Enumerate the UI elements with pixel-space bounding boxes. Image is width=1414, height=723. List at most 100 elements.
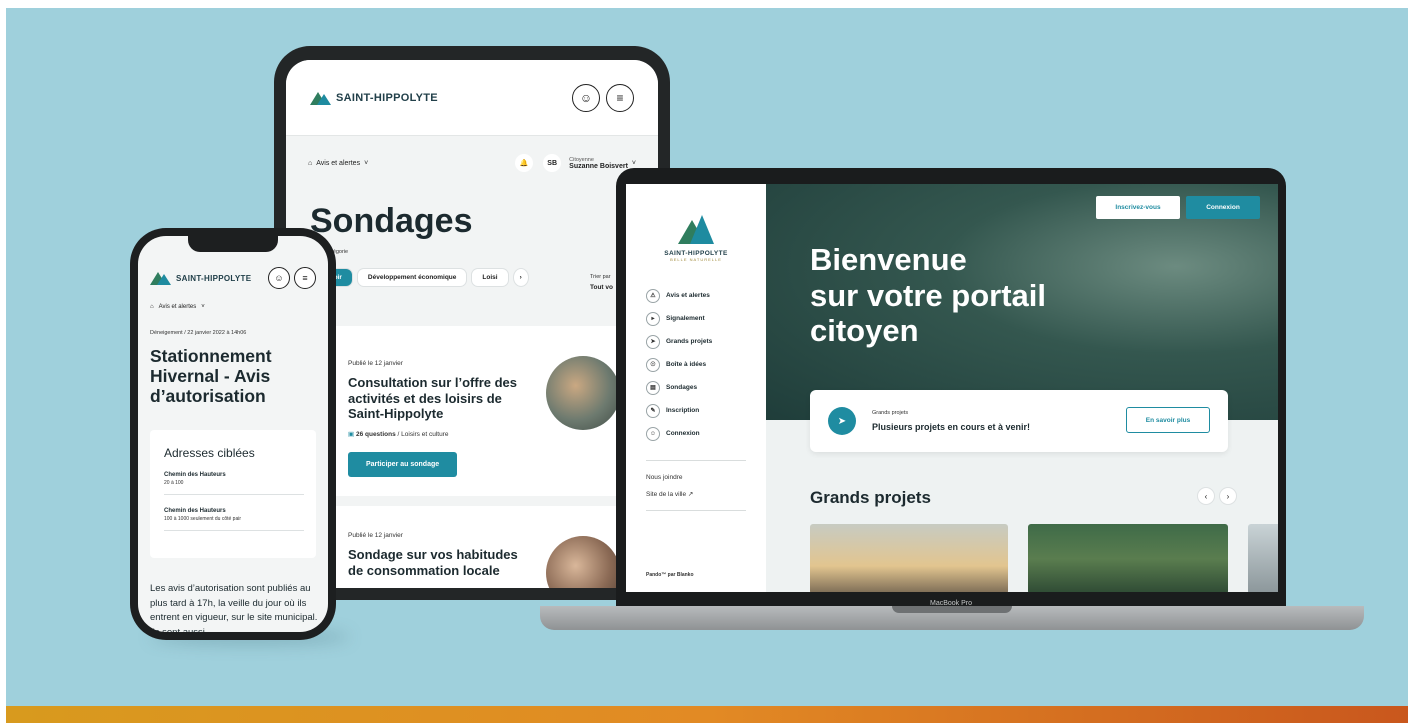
home-icon[interactable]: ⌂ xyxy=(150,304,154,310)
city-site-label: Site de la ville xyxy=(646,491,687,498)
sidebar-item-label: Avis et alertes xyxy=(666,292,710,299)
wind-turbines-photo[interactable] xyxy=(810,524,1008,592)
user-avatar[interactable]: SB xyxy=(543,154,562,172)
sidebar-item-label: Signalement xyxy=(666,315,705,322)
sidebar-item-grands-projets[interactable]: ➤ Grands projets xyxy=(646,330,756,353)
hero-banner: Bienvenue sur votre portail citoyen Insc… xyxy=(766,184,1278,420)
sidebar-item-label: Boîte à idées xyxy=(666,361,707,368)
projects-info-card: ➤ Grands projets Plusieurs projets en co… xyxy=(810,390,1228,452)
breadcrumb[interactable]: Avis et alertes xyxy=(159,304,197,310)
phone-logo[interactable]: SAINT-HIPPOLYTE xyxy=(150,271,251,285)
survey-card[interactable]: Publié le 12 janvier Sondage sur vos hab… xyxy=(328,506,628,588)
info-label: Grands projets xyxy=(872,410,909,416)
account-button[interactable]: ☺ xyxy=(268,267,290,289)
hero-title: Bienvenue sur votre portail citoyen xyxy=(810,242,1046,349)
login-button[interactable]: Connexion xyxy=(1186,196,1260,219)
user-icon: ☺ xyxy=(579,90,593,105)
edit-icon: ✎ xyxy=(646,403,660,418)
lightbulb-icon: ☉ xyxy=(646,357,660,372)
chevron-right-icon[interactable]: › xyxy=(1220,488,1236,504)
external-link-icon: ↗ xyxy=(687,491,694,498)
tablet-subbar: ⌂ Avis et alertes ˅ 🔔 SB Citoyenne Suzan… xyxy=(286,136,658,190)
sidebar-item-sondages[interactable]: ▤ Sondages xyxy=(646,376,756,399)
chevron-down-icon: ˅ xyxy=(364,159,369,167)
megaphone-icon: ▸ xyxy=(646,311,660,326)
sort-select[interactable]: Tout vo xyxy=(590,284,613,291)
phone-notch xyxy=(188,236,278,252)
question-count: 26 questions xyxy=(355,430,396,438)
filter-chip-economic[interactable]: Développement économique xyxy=(357,269,467,286)
sidebar-item-connexion[interactable]: ☺ Connexion xyxy=(646,422,756,445)
article-title: Stationnement Hivernal - Avis d’autorisa… xyxy=(150,346,272,407)
address-street: Chemin des Hauteurs xyxy=(164,508,226,514)
hamburger-icon: ≡ xyxy=(302,273,308,283)
sidebar-item-label: Connexion xyxy=(666,430,700,437)
tablet-logo[interactable]: SAINT-HIPPOLYTE xyxy=(310,91,438,105)
card-stats: ▣ 26 questions / Loisirs et culture xyxy=(348,430,628,438)
tablet-screen: SAINT-HIPPOLYTE ☺ ≡ ⌂ Avis et alertes ˅ … xyxy=(286,60,658,588)
plant-sprout-photo[interactable] xyxy=(1028,524,1228,592)
filter-chip-leisure[interactable]: Loisi xyxy=(472,269,508,286)
survey-card[interactable]: Publié le 12 janvier Consultation sur l’… xyxy=(328,326,628,496)
bottom-stripe xyxy=(6,706,1408,723)
rocket-icon: ➤ xyxy=(646,334,660,349)
hero-line: citoyen xyxy=(810,313,919,349)
sidebar: SAINT-HIPPOLYTE BELLE NATURELLE ⚠ Avis et… xyxy=(626,184,766,592)
sidebar-item-label: Sondages xyxy=(666,384,698,391)
phone-screen: SAINT-HIPPOLYTE ☺ ≡ ⌂ Avis et alertes ˅ … xyxy=(138,236,328,632)
breadcrumb[interactable]: Avis et alertes xyxy=(316,160,360,167)
signup-button[interactable]: Inscrivez-vous xyxy=(1096,196,1180,219)
sidebar-item-label: Grands projets xyxy=(666,338,713,345)
notification-bell-icon[interactable]: 🔔 xyxy=(515,154,534,172)
article-body: Les avis d’autorisation sont publiés au … xyxy=(150,583,318,632)
participate-button[interactable]: Participer au sondage xyxy=(348,451,458,477)
phone-device: SAINT-HIPPOLYTE ☺ ≡ ⌂ Avis et alertes ˅ … xyxy=(130,228,336,640)
hero-line: Bienvenue xyxy=(810,242,967,277)
chevron-left-icon[interactable]: ‹ xyxy=(1198,488,1214,504)
logo-text: SAINT-HIPPOLYTE xyxy=(336,91,438,104)
card-title[interactable]: Consultation sur l’offre des activités e… xyxy=(348,375,518,422)
filter-label: par catégorie xyxy=(316,249,349,255)
user-name: Suzanne Boisvert xyxy=(569,162,628,170)
menu-button[interactable]: ≡ xyxy=(606,83,634,112)
logo-text: SAINT-HIPPOLYTE xyxy=(664,250,728,257)
sidebar-nav: ⚠ Avis et alertes ▸ Signalement ➤ Grands pr… xyxy=(646,284,756,445)
account-button[interactable]: ☺ xyxy=(572,83,600,112)
building-photo[interactable] xyxy=(1248,524,1278,592)
contact-link[interactable]: Nous joindre xyxy=(646,474,683,481)
page-title: Sondages xyxy=(310,202,473,240)
sidebar-item-idees[interactable]: ☉ Boîte à idées xyxy=(646,353,756,376)
sidebar-item-inscription[interactable]: ✎ Inscription xyxy=(646,399,756,422)
chevron-right-icon[interactable]: › xyxy=(513,269,528,286)
city-site-link[interactable]: Site de la ville ↗ xyxy=(646,490,693,498)
user-icon: ☺ xyxy=(646,426,660,441)
card-title[interactable]: Sondage sur vos habitudes de consommatio… xyxy=(348,547,518,578)
logo-tagline: BELLE NATURELLE xyxy=(670,257,722,262)
user-info[interactable]: Citoyenne Suzanne Boisvert xyxy=(569,157,628,170)
phone-subbar: ⌂ Avis et alertes ˅ xyxy=(150,304,205,310)
section-title: Grands projets xyxy=(810,488,931,507)
rocket-icon: ➤ xyxy=(828,407,856,435)
addresses-title: Adresses ciblées xyxy=(164,446,255,460)
card-category: Loisirs et culture xyxy=(401,430,449,438)
list-item: Chemin des Hauteurs 20 à 100 xyxy=(164,472,304,495)
hamburger-icon: ≡ xyxy=(616,90,624,105)
phone-header: SAINT-HIPPOLYTE ☺ ≡ xyxy=(138,258,328,298)
tennis-player-photo xyxy=(546,356,620,430)
survey-icon: ▤ xyxy=(646,380,660,395)
hero-line: sur votre portail xyxy=(810,277,1046,313)
sidebar-logo[interactable]: SAINT-HIPPOLYTE BELLE NATURELLE xyxy=(656,214,736,262)
menu-button[interactable]: ≡ xyxy=(294,267,316,289)
divider xyxy=(646,510,746,511)
device-label: MacBook Pro xyxy=(929,600,973,607)
warning-icon: ⚠ xyxy=(646,288,660,303)
credit[interactable]: Pando™ par Blanko xyxy=(646,572,694,578)
divider xyxy=(646,460,746,461)
sidebar-item-signalement[interactable]: ▸ Signalement xyxy=(646,307,756,330)
address-detail: 20 à 100 xyxy=(164,480,184,486)
sidebar-item-label: Inscription xyxy=(666,407,700,414)
learn-more-button[interactable]: En savoir plus xyxy=(1126,407,1210,433)
address-street: Chemin des Hauteurs xyxy=(164,472,226,478)
sidebar-item-avis[interactable]: ⚠ Avis et alertes xyxy=(646,284,756,307)
home-icon[interactable]: ⌂ xyxy=(308,160,312,167)
